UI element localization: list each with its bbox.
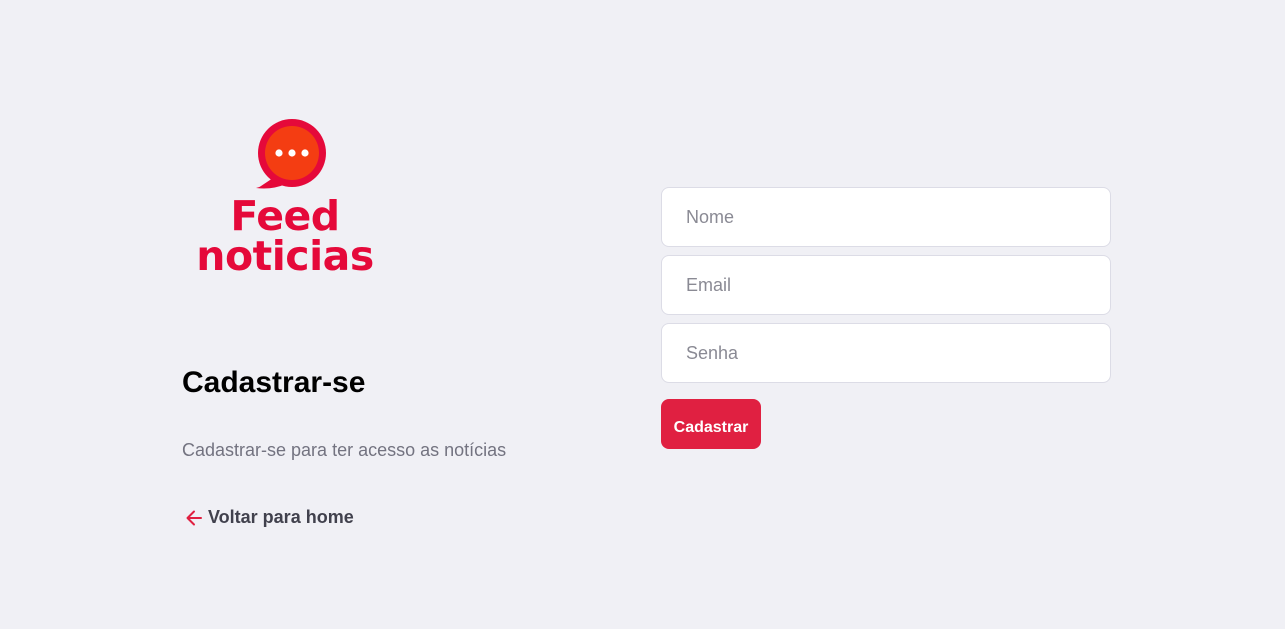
register-button[interactable]: Cadastrar xyxy=(661,399,761,449)
back-link-label: Voltar para home xyxy=(208,507,354,527)
email-field[interactable] xyxy=(661,255,1111,315)
feed-noticias-logo: Feed noticias xyxy=(190,118,380,283)
speech-bubble-ellipsis-icon xyxy=(256,119,326,189)
name-field[interactable] xyxy=(661,187,1111,247)
logo-wordmark: Feed noticias xyxy=(190,192,380,280)
back-to-home-link[interactable]: Voltar para home xyxy=(184,507,354,528)
password-field[interactable] xyxy=(661,323,1111,383)
register-form: Cadastrar xyxy=(661,187,1111,449)
page-title: Cadastrar-se xyxy=(182,366,366,399)
logo-wordmark-line1: Feed xyxy=(230,192,340,240)
page-subtitle: Cadastrar-se para ter acesso as notícias xyxy=(182,440,507,460)
register-page: Feed noticias Cadastrar-se Cadastrar-se … xyxy=(0,0,1285,629)
logo-wordmark-line2: noticias xyxy=(196,232,374,280)
arrow-left-icon xyxy=(186,510,202,525)
